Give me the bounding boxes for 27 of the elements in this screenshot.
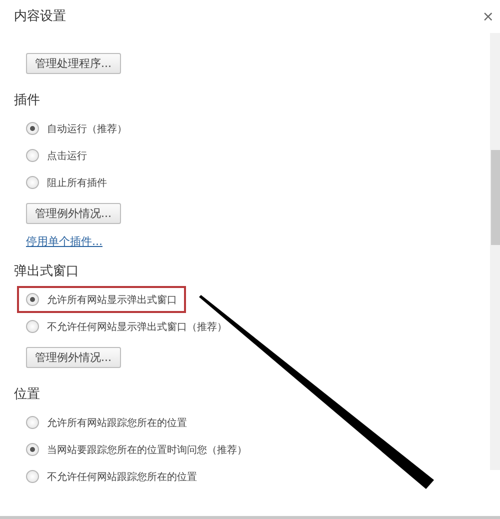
section-heading: 插件 [14, 93, 40, 109]
radio-button[interactable] [26, 122, 39, 135]
radio-button[interactable] [26, 176, 39, 189]
radio-button[interactable] [26, 443, 39, 456]
manage-button[interactable]: 管理例外情况... [26, 203, 120, 224]
radio-label[interactable]: 允许所有网站跟踪您所在的位置 [47, 416, 187, 430]
scrollbar[interactable] [490, 33, 500, 470]
radio-label[interactable]: 不允许任何网站跟踪您所在的位置 [47, 470, 197, 484]
radio-label[interactable]: 允许所有网站显示弹出式窗口 [47, 292, 177, 306]
section-heading: 弹出式窗口 [14, 264, 79, 280]
radio-button[interactable] [26, 320, 39, 333]
radio-button[interactable] [26, 149, 39, 162]
dialog-title: 内容设置 [14, 8, 66, 24]
radio-button[interactable] [26, 293, 39, 306]
radio-label[interactable]: 自动运行（推荐） [47, 122, 127, 136]
manage-button[interactable]: 管理处理程序... [26, 53, 120, 74]
plugins-link[interactable]: 停用单个插件... [26, 234, 102, 249]
radio-label[interactable]: 当网站要跟踪您所在的位置时询问您（推荐） [47, 442, 247, 456]
radio-label[interactable]: 点击运行 [47, 148, 87, 162]
section-heading: 位置 [14, 387, 40, 403]
radio-button[interactable] [26, 470, 39, 483]
radio-label[interactable]: 阻止所有插件 [47, 176, 107, 190]
manage-button[interactable]: 管理例外情况... [26, 347, 120, 368]
radio-label[interactable]: 不允许任何网站显示弹出式窗口（推荐） [47, 320, 227, 334]
scroll-thumb[interactable] [491, 150, 500, 245]
close-button[interactable]: × [482, 10, 494, 24]
radio-button[interactable] [26, 416, 39, 429]
